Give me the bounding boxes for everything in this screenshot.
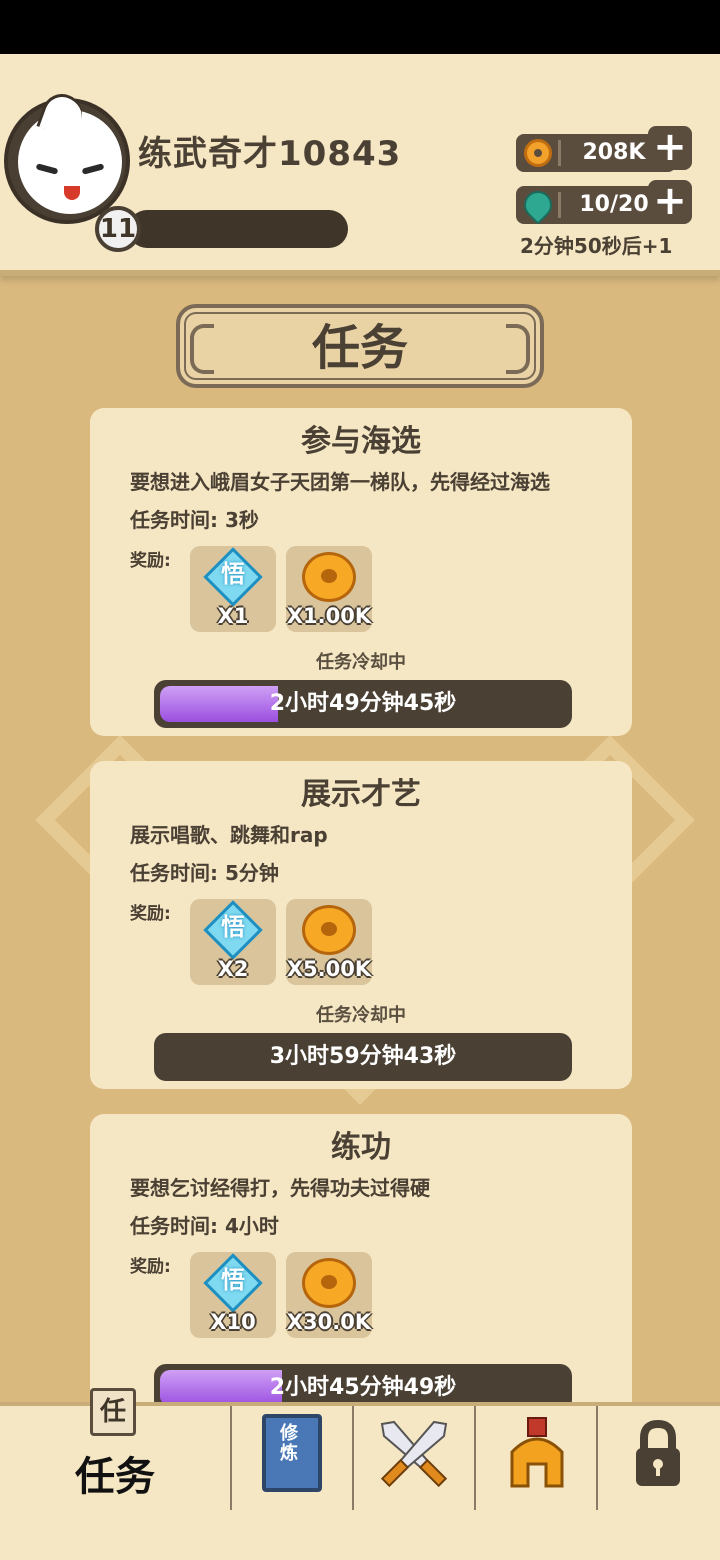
crossed-swords-icon <box>380 1420 448 1488</box>
task-card: 参与海选 要想进入峨眉女子天团第一梯队，先得经过海选 任务时间: 3秒 奖励: … <box>90 408 632 736</box>
task-timer-button[interactable]: 2小时49分钟45秒 <box>154 680 572 728</box>
nav-tab-tasks[interactable]: 任 任务 <box>0 1388 232 1510</box>
page-title-frame: 任务 <box>176 304 544 388</box>
reward-item[interactable]: X5.00K <box>286 899 372 985</box>
task-status: 任务冷却中 <box>316 1005 406 1026</box>
reward-label: 奖励: <box>130 904 171 924</box>
avatar-eye <box>81 163 105 175</box>
task-status: 任务冷却中 <box>316 652 406 673</box>
nav-tab-equipment[interactable] <box>476 1406 598 1510</box>
task-time: 任务时间: 4小时 <box>130 1214 279 1238</box>
divider <box>558 192 561 218</box>
lock-icon <box>636 1420 680 1486</box>
nav-tab-battle[interactable] <box>354 1406 476 1510</box>
diamond-char: 悟 <box>221 560 245 588</box>
reward-label: 奖励: <box>130 1257 171 1277</box>
nav-tab-label: 任务 <box>75 1454 155 1500</box>
experience-bar <box>128 210 348 248</box>
task-description: 要想进入峨眉女子天团第一梯队，先得经过海选 <box>130 470 550 494</box>
diamond-char: 悟 <box>221 913 245 941</box>
bottom-nav: 任 任务 修炼 <box>0 1388 720 1510</box>
player-header: 11 练武奇才10843 208K + 10/20 + 2分钟50秒后+1 <box>0 54 720 276</box>
task-title: 展示才艺 <box>301 777 421 812</box>
nav-tab-locked[interactable] <box>598 1406 720 1510</box>
reward-item[interactable]: 悟 X1 <box>190 546 276 632</box>
reward-count: X2 <box>217 957 249 981</box>
timer-text: 3小时59分钟43秒 <box>269 1044 457 1069</box>
task-card: 展示才艺 展示唱歌、跳舞和rap 任务时间: 5分钟 奖励: 悟 X2 X5.0… <box>90 761 632 1089</box>
gold-coin-icon <box>302 552 356 602</box>
level-badge: 11 <box>95 206 141 252</box>
book-label: 修炼 <box>280 1423 298 1464</box>
gold-coin-icon <box>302 1258 356 1308</box>
task-description: 展示唱歌、跳舞和rap <box>130 823 328 847</box>
coin-icon <box>524 139 552 167</box>
reward-count: X1 <box>217 604 249 628</box>
reward-count: X10 <box>210 1310 256 1334</box>
reward-item[interactable]: X30.0K <box>286 1252 372 1338</box>
reward-label: 奖励: <box>130 551 171 571</box>
task-title: 练功 <box>331 1130 391 1165</box>
reward-item[interactable]: 悟 X2 <box>190 899 276 985</box>
reward-item[interactable]: X1.00K <box>286 546 372 632</box>
avatar-eye <box>35 163 59 175</box>
task-scroll-icon: 任 <box>90 1388 136 1436</box>
reward-item[interactable]: 悟 X10 <box>190 1252 276 1338</box>
task-time: 任务时间: 3秒 <box>130 508 259 532</box>
cultivate-book-icon: 修炼 <box>262 1414 322 1492</box>
reward-count: X5.00K <box>286 957 372 981</box>
energy-regen-text: 2分钟50秒后+1 <box>520 234 673 258</box>
divider <box>558 140 561 166</box>
task-timer-button[interactable]: 3小时59分钟43秒 <box>154 1033 572 1081</box>
task-card: 练功 要想乞讨经得打，先得功夫过得硬 任务时间: 4小时 奖励: 悟 X10 X… <box>90 1114 632 1442</box>
task-time: 任务时间: 5分钟 <box>130 861 279 885</box>
task-title: 参与海选 <box>301 424 421 459</box>
page-title: 任务 <box>311 320 408 376</box>
player-name: 练武奇才10843 <box>138 134 402 174</box>
task-description: 要想乞讨经得打，先得功夫过得硬 <box>130 1176 430 1200</box>
player-avatar[interactable] <box>4 88 130 224</box>
nav-tab-cultivate[interactable]: 修炼 <box>232 1406 354 1510</box>
gold-coin-icon <box>302 905 356 955</box>
timer-text: 2小时49分钟45秒 <box>269 691 457 716</box>
add-coins-button[interactable]: + <box>648 126 692 170</box>
avatar-tongue <box>64 186 80 200</box>
status-bar <box>0 0 720 54</box>
add-energy-button[interactable]: + <box>648 180 692 224</box>
system-gesture-bar <box>0 1510 720 1560</box>
diamond-char: 悟 <box>221 1266 245 1294</box>
energy-gem-icon <box>518 185 558 225</box>
reward-count: X1.00K <box>286 604 372 628</box>
helmet-icon <box>510 1417 564 1488</box>
reward-count: X30.0K <box>286 1310 372 1334</box>
